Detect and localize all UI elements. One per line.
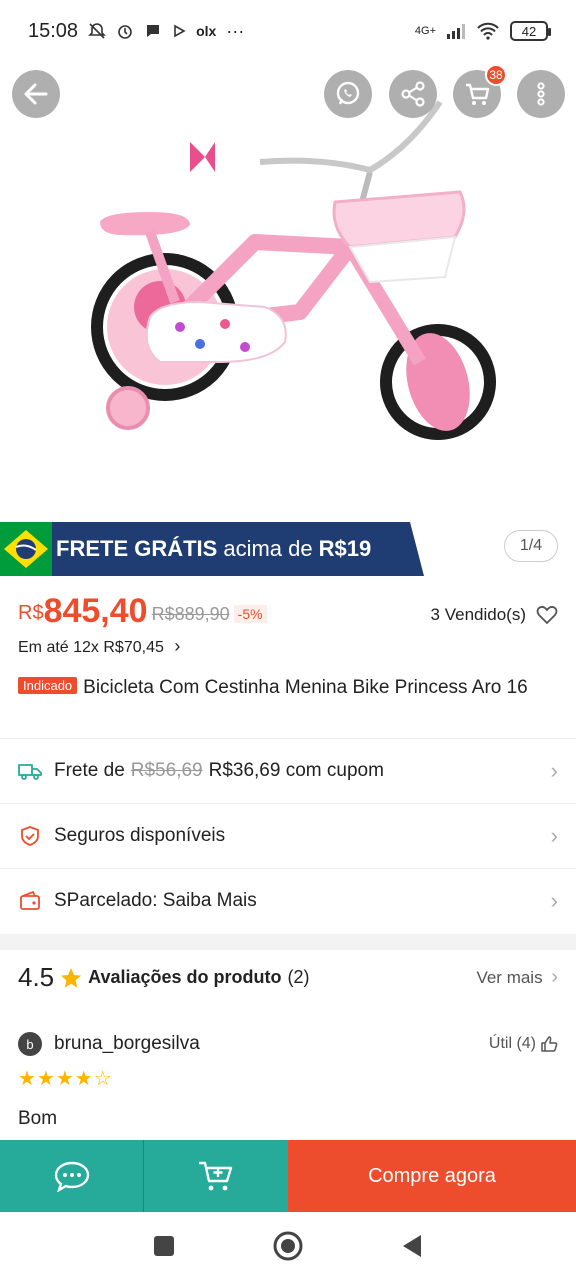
reviews-header: 4.5 Avaliações do produto (2) Ver mais › — [18, 962, 558, 993]
system-nav-bar — [0, 1212, 576, 1280]
wallet-icon — [18, 889, 42, 913]
more-options-button[interactable] — [517, 70, 565, 118]
reviewer-name: bruna_borgesilva — [54, 1033, 200, 1054]
promo-strong-1: FRETE GRÁTIS — [56, 536, 218, 561]
chevron-right-icon: › — [551, 966, 558, 988]
whatsapp-share-button[interactable] — [324, 70, 372, 118]
pink-bicycle-image — [91, 100, 496, 440]
recommended-tag: Indicado — [18, 677, 78, 694]
truck-icon — [18, 759, 42, 783]
cart-button[interactable]: 38 — [453, 64, 507, 118]
cart-count-badge: 38 — [485, 64, 507, 86]
shipping-prefix: Frete de — [54, 760, 125, 781]
arrow-left-icon — [24, 83, 48, 105]
recent-apps-icon[interactable] — [152, 1234, 176, 1258]
chevron-right-icon: › — [550, 823, 558, 848]
insurance-label: Seguros disponíveis — [54, 825, 226, 846]
chevron-right-icon: › — [550, 888, 558, 913]
status-bar: 15:08 olx ··· 4G+ 42 — [0, 0, 576, 62]
useful-button[interactable]: Útil (4) — [489, 1035, 558, 1053]
insurance-row[interactable]: Seguros disponíveis › — [0, 803, 576, 868]
review-text: Bom — [18, 1108, 58, 1129]
discount-badge: -5% — [233, 605, 267, 623]
status-time: 15:08 — [28, 19, 79, 42]
price-value: 845,40 — [43, 592, 148, 630]
share-button[interactable] — [389, 70, 437, 118]
installment-info[interactable]: Em até 12x R$70,45 › — [18, 636, 180, 657]
shipping-old-price: R$56,69 — [130, 760, 203, 781]
chat-button[interactable] — [0, 1140, 144, 1212]
section-divider — [0, 934, 576, 950]
promo-text: FRETE GRÁTIS acima de R$19 — [56, 522, 371, 576]
play-icon — [174, 24, 186, 38]
product-image[interactable]: 38 — [0, 62, 576, 522]
useful-label: Útil (4) — [488, 1035, 536, 1052]
see-more-link[interactable]: Ver mais › — [476, 966, 558, 989]
more-notifications: ··· — [226, 20, 245, 41]
mute-bell-icon — [88, 23, 106, 39]
shipping-new-price: R$36,69 com cupom — [208, 760, 384, 781]
product-title: Indicado Bicicleta Com Cestinha Menina Bi… — [18, 674, 563, 700]
reviews-label: Avaliações do produto — [88, 967, 282, 987]
promo-strong-2: R$19 — [318, 536, 372, 561]
thumbs-up-icon — [541, 1036, 558, 1052]
sparcelado-label: SParcelado: Saiba Mais — [54, 890, 257, 911]
signal-icon — [447, 24, 465, 39]
sparcelado-row[interactable]: SParcelado: Saiba Mais › — [0, 868, 576, 933]
chat-icon — [54, 1161, 89, 1192]
network-type: 4G+ — [414, 25, 436, 37]
installment-label: Em até 12x R$70,45 — [18, 639, 164, 656]
add-to-cart-button[interactable] — [144, 1140, 288, 1212]
shopping-cart-icon — [466, 83, 490, 105]
battery-indicator: 42 — [510, 21, 551, 41]
olx-label: olx — [196, 23, 217, 39]
review-author-row: b bruna_borgesilva Útil (4) — [18, 1032, 558, 1056]
heart-icon[interactable] — [536, 605, 558, 625]
notification-icons: olx ··· — [88, 21, 244, 42]
buy-now-button[interactable]: Compre agora — [288, 1140, 576, 1212]
brazil-flag-icon — [4, 530, 48, 568]
share-icon — [401, 81, 425, 107]
shipping-row[interactable]: Frete de R$56,69 R$36,69 com cupom › — [0, 738, 576, 803]
status-left: 15:08 olx ··· — [28, 20, 244, 43]
bottom-action-bar: Compre agora — [0, 1140, 576, 1212]
free-shipping-banner: FRETE GRÁTIS acima de R$19 — [0, 522, 424, 576]
avatar: b — [18, 1032, 42, 1056]
status-right: 4G+ 42 — [414, 21, 551, 41]
sold-count-label: 3 Vendido(s) — [430, 605, 526, 624]
star-icon — [61, 967, 82, 988]
product-title-text: Bicicleta Com Cestinha Menina Bike Princ… — [83, 677, 528, 698]
old-price: R$889,90 — [151, 604, 230, 624]
back-nav-icon[interactable] — [400, 1233, 424, 1259]
promo-light: acima de — [223, 536, 313, 561]
sold-count: 3 Vendido(s) — [431, 605, 558, 625]
alarm-icon — [118, 25, 132, 39]
wifi-icon — [477, 22, 499, 40]
home-icon[interactable] — [272, 1230, 304, 1262]
shield-icon — [18, 824, 42, 848]
rating-score: 4.5 — [18, 962, 55, 992]
image-page-indicator: 1/4 — [504, 530, 558, 562]
see-more-label: Ver mais — [476, 968, 543, 987]
price-row: R$ 845,40 R$889,90 -5% 3 Vendido(s) — [18, 592, 558, 631]
chevron-right-icon: › — [174, 636, 181, 656]
price-currency: R$ — [18, 602, 44, 624]
chat-bubble-icon — [147, 25, 160, 37]
more-vertical-icon — [537, 82, 545, 106]
chevron-right-icon: › — [550, 758, 558, 783]
review-stars: ★★★★☆ — [18, 1068, 113, 1090]
reviews-count: (2) — [287, 967, 310, 987]
back-button[interactable] — [12, 70, 60, 118]
add-cart-icon — [199, 1161, 233, 1191]
whatsapp-icon — [336, 81, 360, 105]
